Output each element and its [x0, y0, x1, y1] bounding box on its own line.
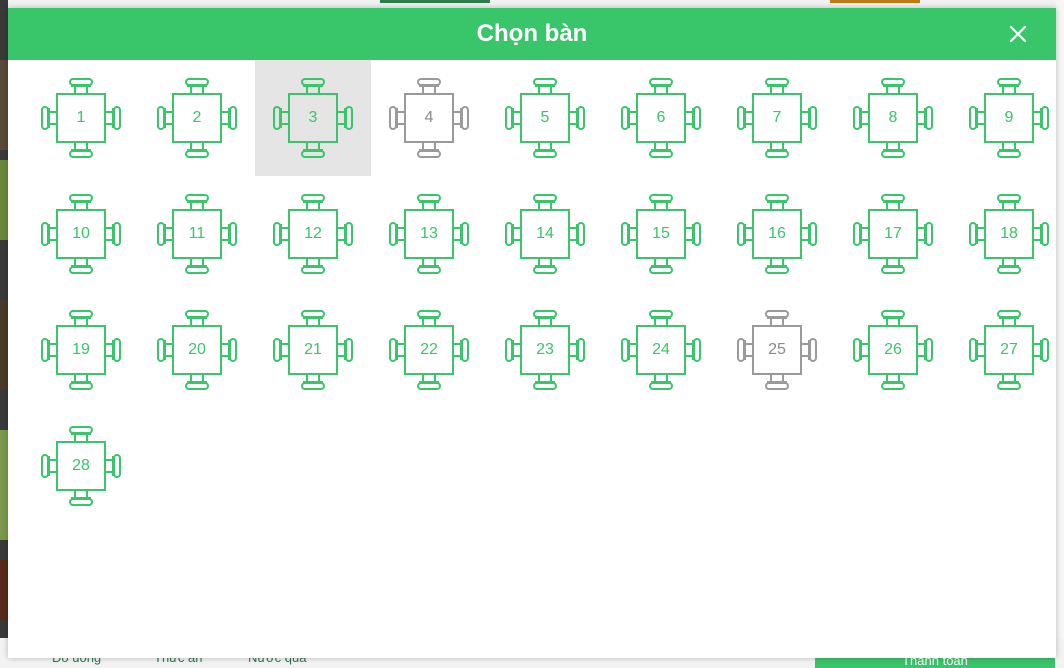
modal-header: Chọn bàn [8, 8, 1056, 60]
table-item-17[interactable]: 17 [835, 176, 951, 292]
table-number: 1 [76, 109, 86, 126]
table-number: 23 [536, 341, 554, 358]
table-number: 18 [1000, 225, 1018, 242]
table-number: 25 [768, 341, 786, 358]
table-item-15[interactable]: 15 [603, 176, 719, 292]
table-item-11[interactable]: 11 [139, 176, 255, 292]
table-number: 24 [652, 341, 670, 358]
table-item-18[interactable]: 18 [951, 176, 1064, 292]
table-number: 12 [304, 225, 322, 242]
choose-table-modal: Chọn bàn 1 2 3 4 5 6 7 8 9 10 11 12 13 1… [8, 8, 1056, 658]
table-number: 22 [420, 341, 438, 358]
table-number: 16 [768, 225, 786, 242]
table-number: 20 [188, 341, 206, 358]
table-grid: 1 2 3 4 5 6 7 8 9 10 11 12 13 14 15 16 1… [23, 60, 1064, 524]
table-item-7[interactable]: 7 [719, 60, 835, 176]
table-item-26[interactable]: 26 [835, 292, 951, 408]
table-number: 28 [72, 457, 90, 474]
table-number: 17 [884, 225, 902, 242]
table-item-10[interactable]: 10 [23, 176, 139, 292]
background-left-strip [0, 0, 8, 664]
close-icon [1009, 25, 1027, 43]
modal-title: Chọn bàn [476, 20, 588, 47]
table-number: 26 [884, 341, 902, 358]
table-item-16[interactable]: 16 [719, 176, 835, 292]
table-number: 7 [772, 109, 782, 126]
table-number: 10 [72, 225, 90, 242]
table-item-14[interactable]: 14 [487, 176, 603, 292]
table-number: 2 [192, 109, 202, 126]
table-item-20[interactable]: 20 [139, 292, 255, 408]
table-item-21[interactable]: 21 [255, 292, 371, 408]
table-number: 9 [1004, 109, 1014, 126]
table-number: 13 [420, 225, 438, 242]
table-number: 21 [304, 341, 322, 358]
table-item-8[interactable]: 8 [835, 60, 951, 176]
table-item-13[interactable]: 13 [371, 176, 487, 292]
table-number: 6 [656, 109, 666, 126]
table-item-12[interactable]: 12 [255, 176, 371, 292]
table-item-5[interactable]: 5 [487, 60, 603, 176]
background-header-fragment [380, 0, 490, 3]
table-number: 5 [540, 109, 550, 126]
background-header-fragment-2 [830, 0, 920, 3]
table-number: 19 [72, 341, 90, 358]
table-item-27[interactable]: 27 [951, 292, 1064, 408]
table-item-22[interactable]: 22 [371, 292, 487, 408]
table-item-28[interactable]: 28 [23, 408, 139, 524]
table-number: 4 [424, 109, 434, 126]
table-item-25[interactable]: 25 [719, 292, 835, 408]
table-item-23[interactable]: 23 [487, 292, 603, 408]
table-number: 14 [536, 225, 554, 242]
table-number: 3 [308, 109, 318, 126]
table-item-2[interactable]: 2 [139, 60, 255, 176]
table-number: 11 [188, 225, 206, 242]
table-item-3[interactable]: 3 [255, 60, 371, 176]
table-number: 27 [1000, 341, 1018, 358]
close-button[interactable] [1006, 22, 1030, 46]
table-item-1[interactable]: 1 [23, 60, 139, 176]
table-number: 15 [652, 225, 670, 242]
table-item-9[interactable]: 9 [951, 60, 1064, 176]
table-item-24[interactable]: 24 [603, 292, 719, 408]
table-number: 8 [888, 109, 898, 126]
table-item-6[interactable]: 6 [603, 60, 719, 176]
table-item-4[interactable]: 4 [371, 60, 487, 176]
table-item-19[interactable]: 19 [23, 292, 139, 408]
